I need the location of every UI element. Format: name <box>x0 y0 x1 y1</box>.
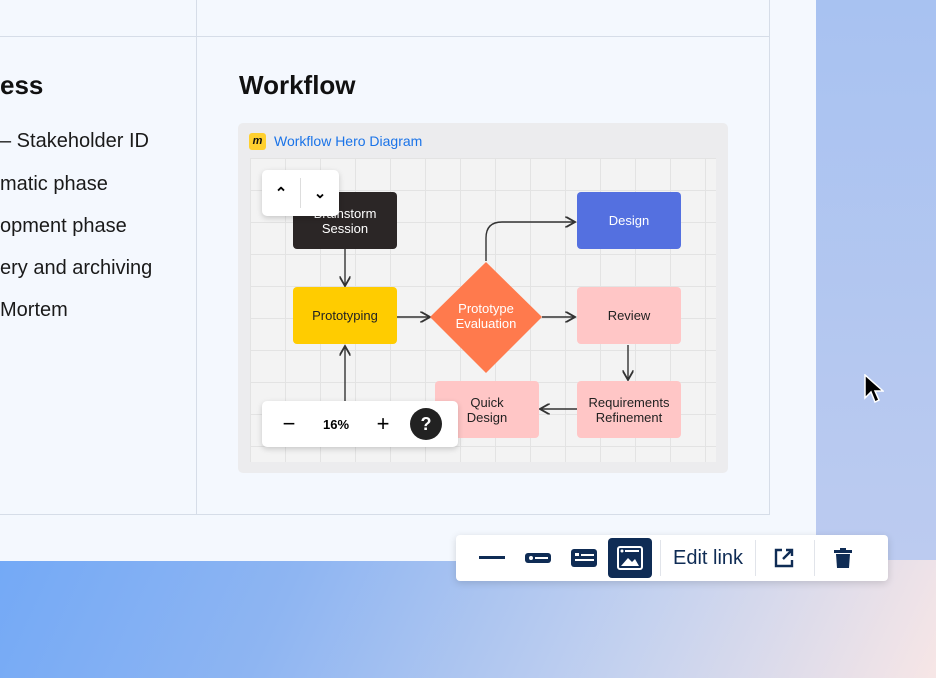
table-border <box>769 0 770 514</box>
node-design: Design <box>577 192 681 249</box>
edit-link-button[interactable]: Edit link <box>667 547 749 570</box>
list-item: opment phase <box>0 215 127 237</box>
table-border <box>0 36 769 37</box>
line-icon <box>479 556 505 559</box>
chevrons-up-icon[interactable]: ⌃ <box>262 184 300 202</box>
external-link-icon <box>774 548 794 568</box>
link-toolbar: Edit link <box>456 535 888 581</box>
card-icon <box>571 549 597 567</box>
miro-embed[interactable]: m Workflow Hero Diagram Brainstorm Sessi… <box>238 123 728 473</box>
node-evaluation: Prototype Evaluation <box>455 300 517 331</box>
view-link-button[interactable] <box>470 538 514 578</box>
table-border <box>0 514 770 515</box>
embed-title-link[interactable]: Workflow Hero Diagram <box>274 133 422 149</box>
zoom-level: 16% <box>322 416 350 432</box>
delete-button[interactable] <box>821 538 865 578</box>
chevrons-down-icon[interactable]: ⌄ <box>301 184 339 202</box>
workflow-heading: Workflow <box>239 70 356 100</box>
navigation-control: ⌃ ⌄ <box>262 170 339 216</box>
section-heading: ess <box>0 70 44 100</box>
miro-logo-icon: m <box>249 133 266 150</box>
trash-icon <box>834 548 853 568</box>
view-card-button[interactable] <box>562 538 606 578</box>
arrow <box>485 222 575 261</box>
help-button[interactable]: ? <box>410 408 442 440</box>
view-embed-button[interactable] <box>608 538 652 578</box>
node-review: Review <box>577 287 681 344</box>
node-prototyping: Prototyping <box>293 287 397 344</box>
document-page: ess – Stakeholder ID matic phase opment … <box>0 0 816 561</box>
node-requirements: Requirements Refinement <box>577 381 681 438</box>
table-border <box>196 0 197 514</box>
list-item: – Stakeholder ID <box>0 130 149 152</box>
list-item: matic phase <box>0 173 108 195</box>
zoom-out-button[interactable]: − <box>262 411 316 437</box>
inline-link-icon <box>525 553 551 563</box>
list-item: Mortem <box>0 299 68 321</box>
list-item: ery and archiving <box>0 257 153 279</box>
open-link-button[interactable] <box>762 538 806 578</box>
view-inline-button[interactable] <box>516 538 560 578</box>
mouse-cursor-icon <box>864 374 884 404</box>
zoom-control: − 16% + ? <box>262 401 458 447</box>
embed-icon <box>617 546 643 570</box>
zoom-in-button[interactable]: + <box>356 411 410 437</box>
